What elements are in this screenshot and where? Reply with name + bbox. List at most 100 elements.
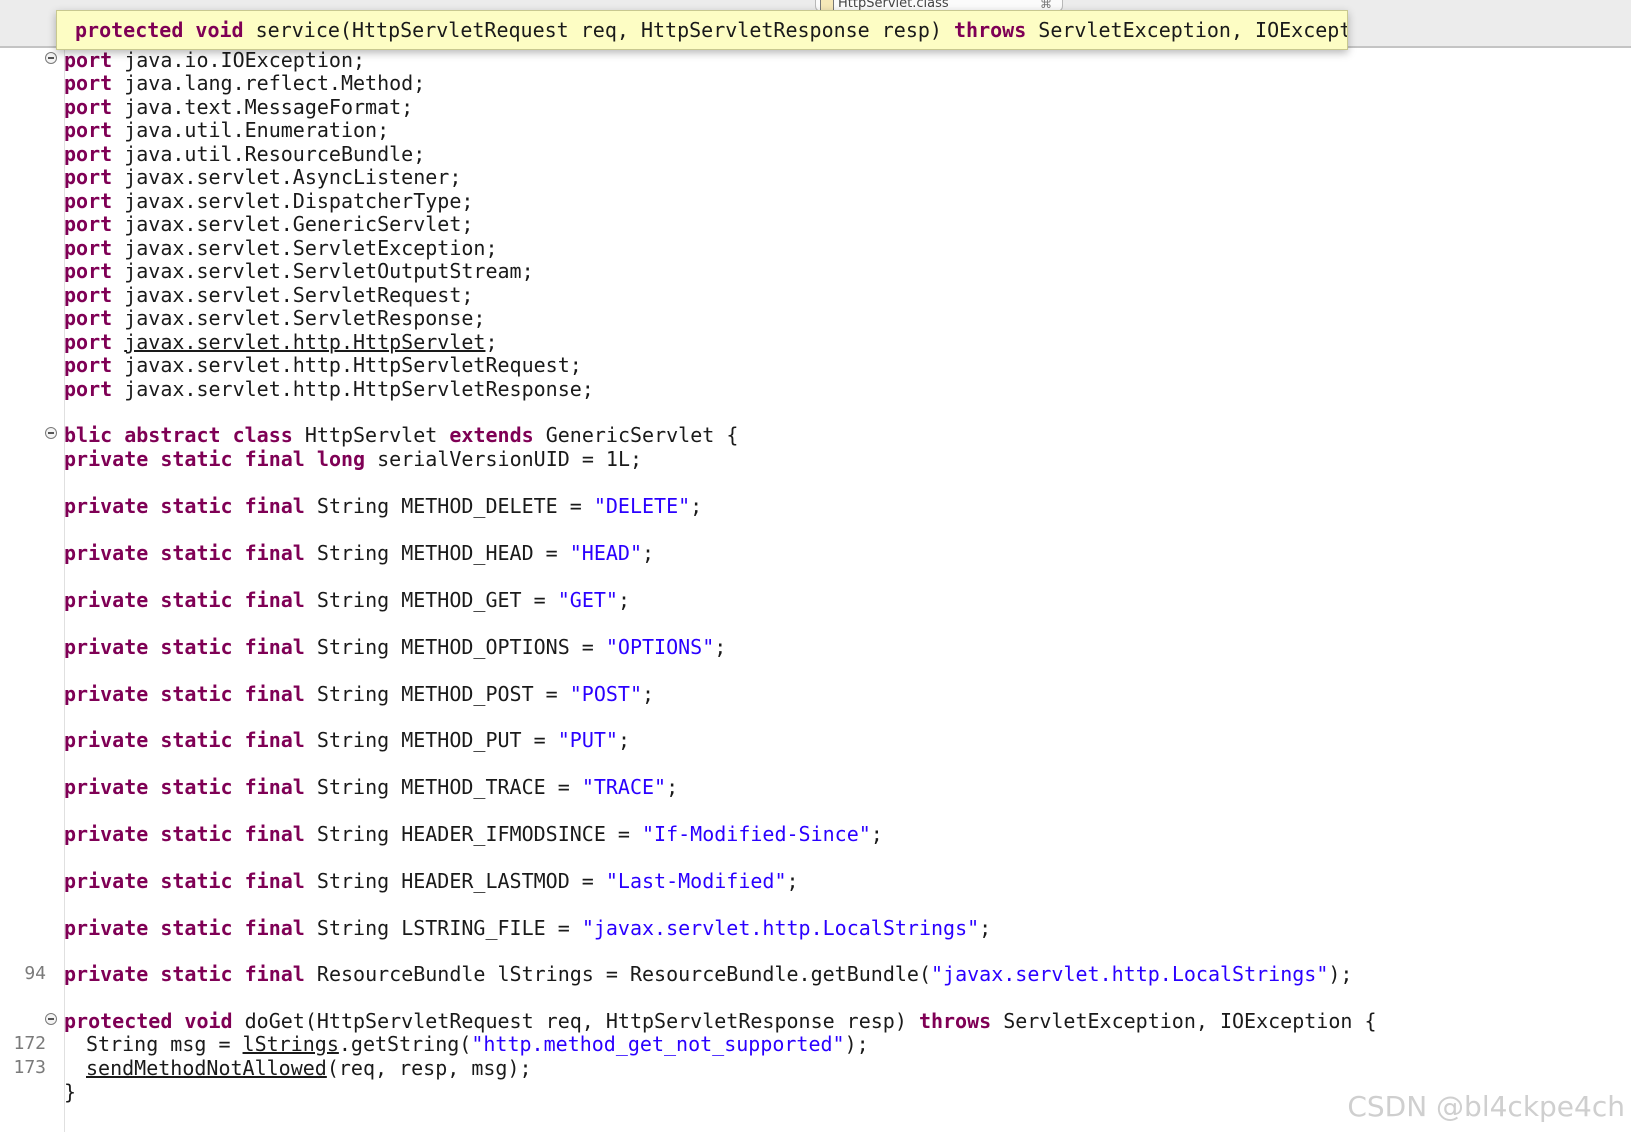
keyword: port — [64, 306, 113, 330]
code-line-class-declaration: blic abstract class HttpServlet extends … — [0, 423, 1631, 447]
keyword: private — [64, 447, 149, 471]
type-name: String — [304, 728, 402, 752]
keyword: static — [160, 541, 233, 565]
keyword: final — [244, 916, 305, 940]
string-literal: "OPTIONS" — [605, 635, 715, 659]
keyword: class — [232, 423, 293, 447]
keyword: private — [64, 775, 149, 799]
code-line-import: port java.util.Enumeration; — [0, 118, 1631, 142]
fold-toggle-icon[interactable] — [45, 427, 57, 439]
code-text: String msg = — [86, 1032, 243, 1056]
code-line-field: private static final String METHOD_PUT =… — [0, 728, 1631, 752]
keyword: port — [64, 236, 113, 260]
string-literal: "DELETE" — [593, 494, 691, 518]
string-literal: "TRACE" — [581, 775, 667, 799]
type-name: String — [304, 775, 402, 799]
code-line-field: private static final String METHOD_HEAD … — [0, 541, 1631, 565]
field-link[interactable]: lStrings — [243, 1032, 339, 1056]
keyword: private — [64, 588, 149, 612]
field-name: METHOD_OPTIONS = — [401, 635, 606, 659]
field-name: LSTRING_FILE = — [401, 916, 582, 940]
keyword: private — [64, 916, 149, 940]
code-line-import: port javax.servlet.AsyncListener; — [0, 165, 1631, 189]
import-path: java.util.Enumeration; — [112, 118, 390, 142]
code-line-field: private static final String HEADER_IFMOD… — [0, 822, 1631, 846]
code-line-import: port javax.servlet.http.HttpServletReque… — [0, 353, 1631, 377]
keyword: void — [195, 18, 244, 42]
keyword: port — [64, 95, 113, 119]
keyword: abstract — [124, 423, 221, 447]
import-path: java.io.IOException; — [112, 48, 366, 72]
import-path: java.lang.reflect.Method; — [112, 71, 426, 95]
code-editor[interactable]: port java.io.IOException; port java.lang… — [0, 0, 1631, 1132]
keyword: static — [160, 635, 233, 659]
field-declaration: serialVersionUID = 1L; — [365, 447, 643, 471]
field-name: METHOD_HEAD = — [401, 541, 570, 565]
keyword: final — [244, 728, 305, 752]
field-name: METHOD_GET = — [401, 588, 558, 612]
line-number: 172 — [13, 1033, 46, 1054]
import-path: javax.servlet.ServletException; — [112, 236, 498, 260]
keyword: private — [64, 635, 149, 659]
keyword: static — [160, 728, 233, 752]
keyword: port — [64, 330, 113, 354]
keyword: static — [160, 916, 233, 940]
field-name: METHOD_DELETE = — [401, 494, 594, 518]
keyword: final — [244, 775, 305, 799]
code-line-field: private static final String METHOD_POST … — [0, 682, 1631, 706]
keyword: port — [64, 71, 113, 95]
keyword: final — [244, 635, 305, 659]
code-line-statement: 173 sendMethodNotAllowed(req, resp, msg)… — [0, 1056, 1631, 1080]
superclass-name: GenericServlet { — [533, 423, 739, 447]
keyword: long — [316, 447, 366, 471]
tooltip-exceptions: ServletException, IOException { — [1038, 18, 1348, 42]
keyword: throws — [918, 1009, 992, 1033]
string-literal: "If-Modified-Since" — [642, 822, 871, 846]
fold-toggle-icon[interactable] — [45, 1013, 57, 1025]
closing-brace: } — [64, 1080, 77, 1104]
field-name: METHOD_TRACE = — [401, 775, 582, 799]
code-line-field: private static final String METHOD_OPTIO… — [0, 635, 1631, 659]
code-line-import: port javax.servlet.ServletException; — [0, 236, 1631, 260]
code-line-import: port javax.servlet.ServletRequest; — [0, 283, 1631, 307]
keyword: port — [64, 212, 113, 236]
type-name: String — [304, 916, 402, 940]
code-text: ); — [844, 1032, 869, 1056]
code-line-import: port javax.servlet.http.HttpServletRespo… — [0, 377, 1631, 401]
type-name: String — [304, 541, 402, 565]
code-text: .getString( — [338, 1032, 472, 1056]
string-literal: "POST" — [569, 682, 643, 706]
semicolon: ; — [714, 635, 727, 659]
type-name: String — [304, 682, 402, 706]
field-name: METHOD_PUT = — [401, 728, 558, 752]
import-path: javax.servlet.http.HttpServletRequest; — [112, 353, 582, 377]
keyword: static — [160, 822, 233, 846]
code-line-statement: 172 String msg = lStrings.getString("htt… — [0, 1032, 1631, 1056]
code-line-import: port javax.servlet.ServletResponse; — [0, 306, 1631, 330]
tooltip-signature: service(HttpServletRequest req, HttpServ… — [243, 18, 955, 42]
import-path: javax.servlet.ServletOutputStream; — [112, 259, 534, 283]
method-link[interactable]: sendMethodNotAllowed — [86, 1056, 327, 1080]
code-line-field: 94 private static final ResourceBundle l… — [0, 962, 1631, 986]
import-path-link[interactable]: javax.servlet.http.HttpServlet — [124, 330, 485, 354]
code-line-import: port javax.servlet.GenericServlet; — [0, 212, 1631, 236]
import-path: javax.servlet.DispatcherType; — [112, 189, 474, 213]
keyword: private — [64, 962, 149, 986]
import-path: javax.servlet.ServletResponse; — [112, 306, 486, 330]
import-path: javax.servlet.http.HttpServletResponse; — [112, 377, 594, 401]
field-name: METHOD_POST = — [401, 682, 570, 706]
semicolon: ; — [786, 869, 799, 893]
code-line-import: port java.lang.reflect.Method; — [0, 71, 1631, 95]
code-line-field: private static final String METHOD_TRACE… — [0, 775, 1631, 799]
keyword: private — [64, 869, 149, 893]
method-signature: doGet(HttpServletRequest req, HttpServle… — [232, 1009, 919, 1033]
keyword: final — [244, 447, 305, 471]
string-literal: "javax.servlet.http.LocalStrings" — [931, 962, 1329, 986]
field-name: HEADER_IFMODSINCE = — [401, 822, 643, 846]
keyword: private — [64, 822, 149, 846]
fold-toggle-icon[interactable] — [45, 52, 57, 64]
keyword: port — [64, 259, 113, 283]
code-text: (req, resp, msg); — [326, 1056, 532, 1080]
keyword: extends — [449, 423, 534, 447]
keyword: static — [160, 494, 233, 518]
